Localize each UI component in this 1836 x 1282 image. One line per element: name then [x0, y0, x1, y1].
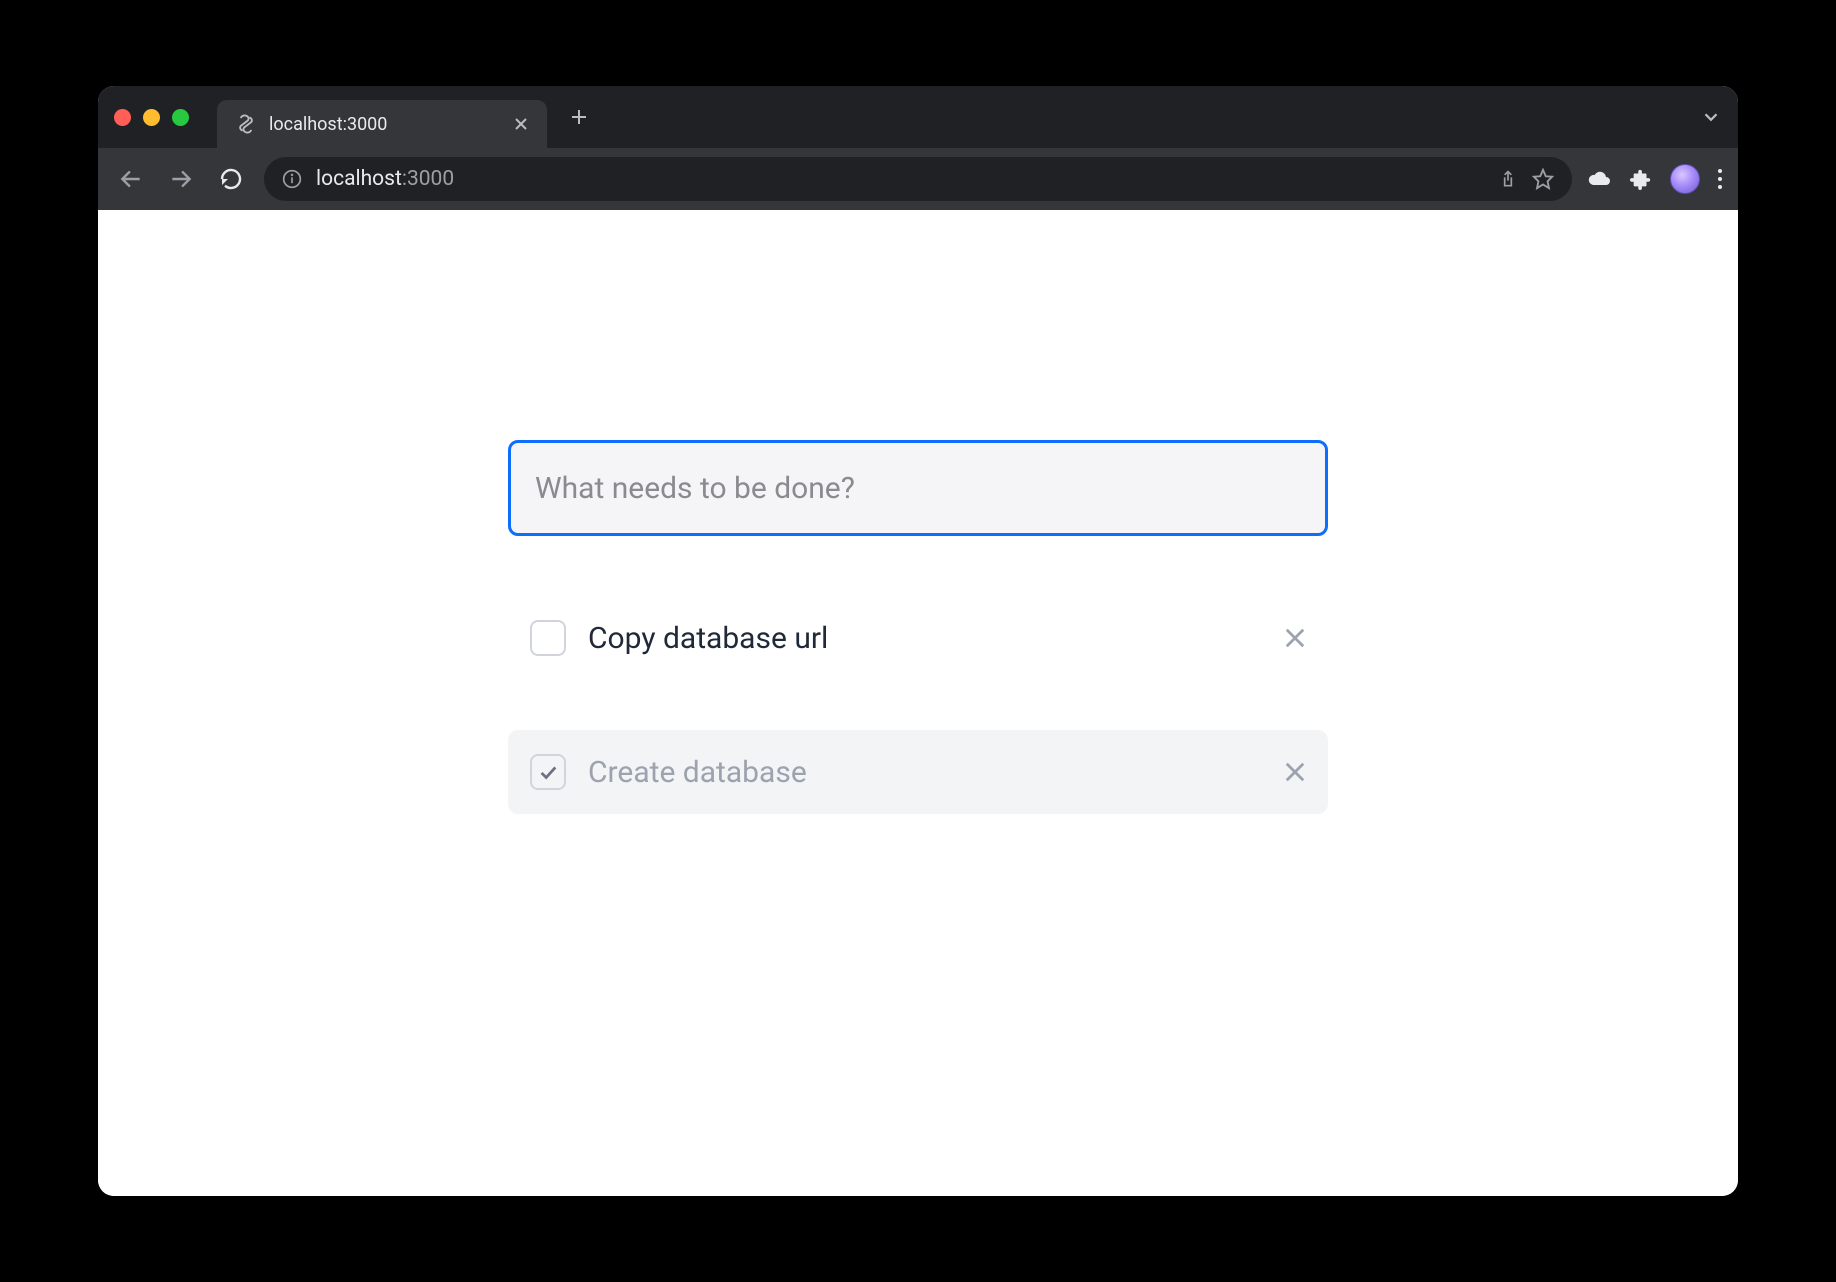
url-port: :3000 — [402, 167, 454, 191]
new-todo-input[interactable] — [508, 440, 1328, 536]
todo-app: Copy database url Create database — [508, 440, 1328, 1196]
bookmark-button[interactable] — [1532, 168, 1554, 190]
delete-todo-button[interactable] — [1284, 761, 1306, 783]
svelte-favicon-icon — [235, 113, 257, 135]
new-tab-button[interactable] — [565, 103, 593, 131]
todo-checkbox[interactable] — [530, 620, 566, 656]
minimize-window-button[interactable] — [143, 109, 160, 126]
todo-item: Create database — [508, 730, 1328, 814]
url-text: localhost:3000 — [316, 167, 1484, 191]
browser-tab[interactable]: localhost:3000 — [217, 100, 547, 148]
reload-button[interactable] — [214, 162, 248, 196]
maximize-window-button[interactable] — [172, 109, 189, 126]
close-tab-button[interactable] — [513, 116, 529, 132]
back-button[interactable] — [114, 162, 148, 196]
todo-item: Copy database url — [508, 596, 1328, 680]
todo-label: Copy database url — [588, 621, 1262, 656]
url-host: localhost — [316, 167, 402, 191]
toolbar-actions — [1588, 164, 1722, 194]
window-controls — [114, 109, 189, 126]
todo-label: Create database — [588, 755, 1262, 790]
tab-title: localhost:3000 — [269, 114, 501, 135]
titlebar: localhost:3000 — [98, 86, 1738, 148]
address-bar[interactable]: localhost:3000 — [264, 157, 1572, 201]
profile-avatar[interactable] — [1670, 164, 1700, 194]
tab-overflow-button[interactable] — [1700, 106, 1722, 128]
todo-list: Copy database url Create database — [508, 596, 1328, 814]
page-content: Copy database url Create database — [98, 210, 1738, 1196]
cloud-extension-icon[interactable] — [1588, 169, 1612, 189]
forward-button[interactable] — [164, 162, 198, 196]
site-info-icon[interactable] — [282, 169, 302, 189]
share-button[interactable] — [1498, 169, 1518, 189]
browser-menu-button[interactable] — [1718, 169, 1722, 189]
delete-todo-button[interactable] — [1284, 627, 1306, 649]
extensions-button[interactable] — [1630, 168, 1652, 190]
todo-checkbox[interactable] — [530, 754, 566, 790]
toolbar: localhost:3000 — [98, 148, 1738, 210]
close-window-button[interactable] — [114, 109, 131, 126]
browser-window: localhost:3000 localhost:3000 — [98, 86, 1738, 1196]
